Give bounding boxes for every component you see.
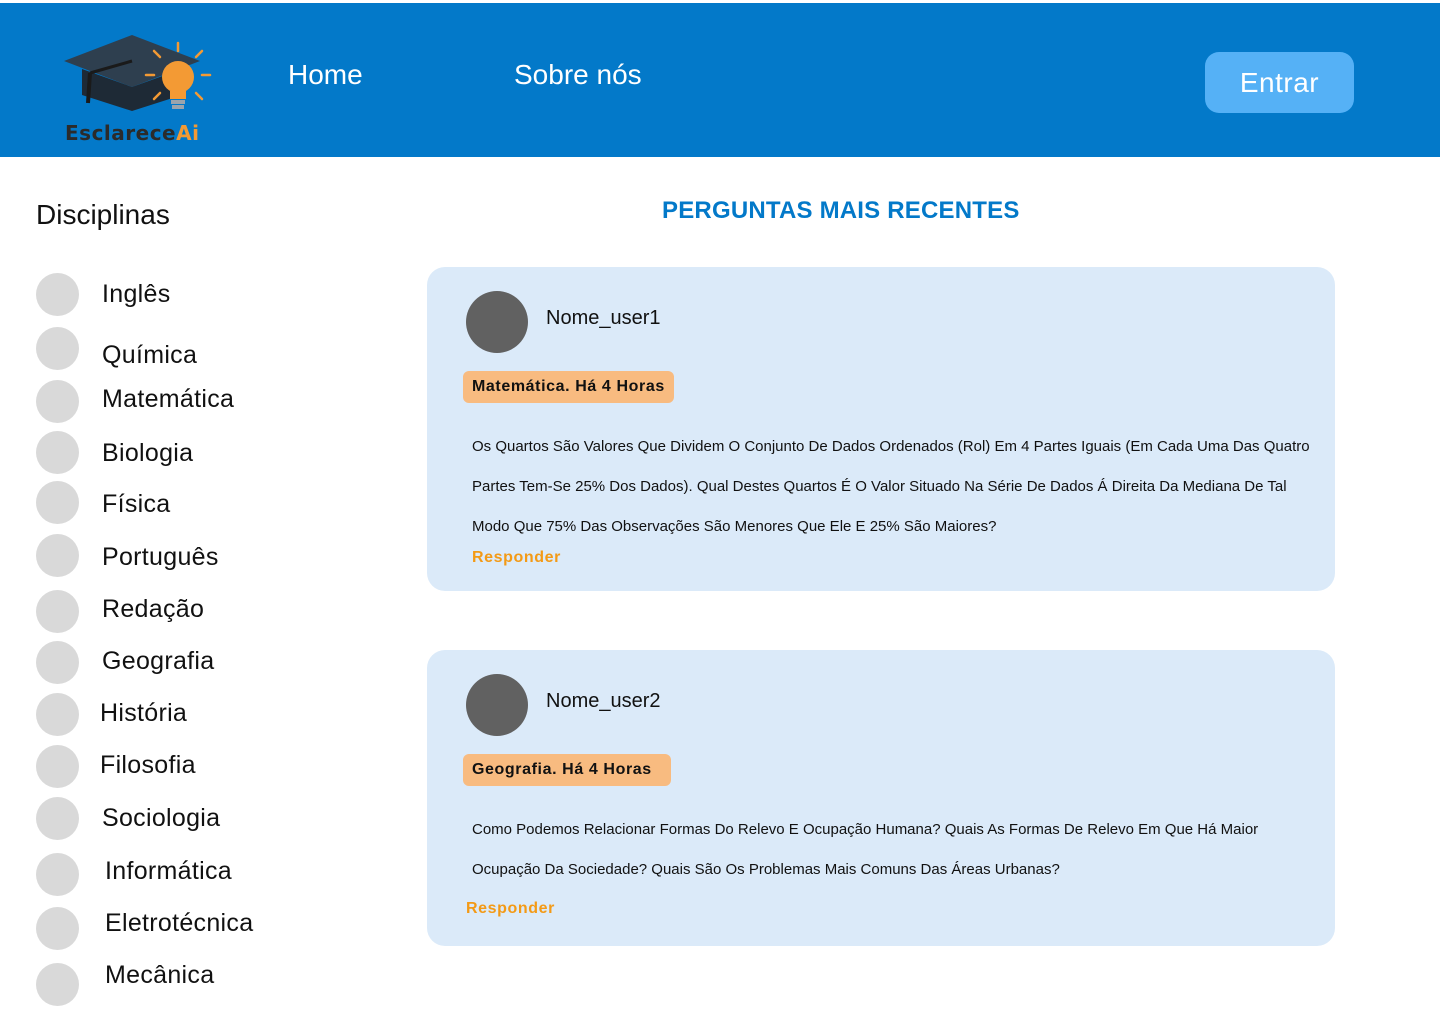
subject-dot-icon	[36, 641, 79, 684]
question-text: Como Podemos Relacionar Formas Do Relevo…	[472, 821, 1259, 878]
subject-label: Física	[102, 490, 171, 518]
subject-time-badge: Geografia. Há 4 Horas	[463, 754, 671, 786]
question-card: Nome_user1 Matemática. Há 4 Horas Os Qua…	[427, 267, 1335, 591]
subject-item-mecanica[interactable]: Mecânica	[36, 961, 336, 1007]
reply-link[interactable]: Responder	[472, 549, 561, 567]
subject-dot-icon	[36, 590, 79, 633]
subject-dot-icon	[36, 963, 79, 1006]
login-button[interactable]: Entrar	[1205, 52, 1354, 113]
subject-label: História	[100, 699, 188, 727]
subject-label: Português	[102, 543, 219, 571]
nav-about-link[interactable]: Sobre nós	[514, 59, 642, 91]
subject-dot-icon	[36, 481, 79, 524]
sidebar-title: Disciplinas	[36, 199, 170, 230]
subject-label: Informática	[105, 857, 232, 885]
subject-dot-icon	[36, 431, 79, 474]
nav-home-link[interactable]: Home	[288, 59, 363, 91]
subject-dot-icon	[36, 380, 79, 423]
logo[interactable]: EsclareceAi	[60, 29, 215, 151]
subject-label: Eletrotécnica	[105, 909, 254, 937]
subject-dot-icon	[36, 907, 79, 950]
subject-item-eletrotecnica[interactable]: Eletrotécnica	[36, 907, 336, 951]
subject-label: Redação	[102, 595, 205, 623]
subject-label: Geografia	[102, 647, 215, 675]
subject-item-fisica[interactable]: Física	[36, 481, 336, 525]
subject-label: Sociologia	[102, 804, 221, 832]
subject-label: Matemática	[102, 385, 235, 413]
page-title: PERGUNTAS MAIS RECENTES	[662, 197, 1020, 224]
subject-dot-icon	[36, 853, 79, 896]
subject-label: Mecânica	[105, 961, 215, 989]
question-text: Os Quartos São Valores Que Dividem O Con…	[472, 438, 1310, 535]
subject-time-badge: Matemática. Há 4 Horas	[463, 371, 674, 403]
reply-link[interactable]: Responder	[466, 900, 555, 918]
subject-label: Química	[102, 341, 198, 369]
avatar[interactable]	[466, 674, 528, 736]
subject-label: Filosofia	[100, 751, 196, 779]
subject-item-redacao[interactable]: Redação	[36, 590, 336, 634]
subject-dot-icon	[36, 534, 79, 577]
username[interactable]: Nome_user1	[546, 307, 661, 330]
subject-dot-icon	[36, 327, 79, 370]
subject-dot-icon	[36, 745, 79, 788]
avatar[interactable]	[466, 291, 528, 353]
subject-item-informatica[interactable]: Informática	[36, 853, 336, 897]
logo-text: EsclareceAi	[65, 121, 200, 145]
subject-dot-icon	[36, 797, 79, 840]
top-navbar: EsclareceAi Home Sobre nós Entrar	[0, 0, 1440, 157]
subject-label: Inglês	[102, 280, 171, 308]
subject-dot-icon	[36, 273, 79, 316]
subject-dot-icon	[36, 693, 79, 736]
subject-item-filosofia[interactable]: Filosofia	[36, 745, 336, 789]
subject-item-quimica[interactable]: Química	[36, 327, 336, 371]
graduation-cap-lightbulb-icon	[64, 35, 212, 111]
subject-item-biologia[interactable]: Biologia	[36, 431, 336, 475]
subject-item-matematica[interactable]: Matemática	[36, 380, 336, 424]
subject-label: Biologia	[102, 439, 194, 467]
username[interactable]: Nome_user2	[546, 690, 661, 713]
subject-item-historia[interactable]: História	[36, 693, 336, 737]
subject-item-geografia[interactable]: Geografia	[36, 641, 336, 685]
question-card: Nome_user2 Geografia. Há 4 Horas Como Po…	[427, 650, 1335, 946]
subject-item-portugues[interactable]: Português	[36, 534, 336, 578]
subject-item-sociologia[interactable]: Sociologia	[36, 797, 336, 841]
subject-item-ingles[interactable]: Inglês	[36, 273, 336, 317]
